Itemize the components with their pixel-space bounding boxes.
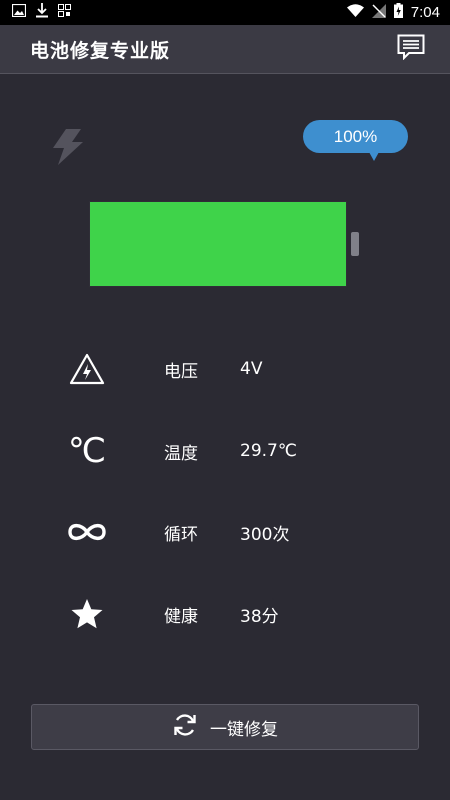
status-bar: 7:04 [0,0,450,25]
battery-level-text: 100% [333,126,378,146]
star-icon [63,594,111,634]
stat-row-cycles: 循环 300次 [0,512,450,552]
no-sim-icon [371,3,386,22]
app-bar: 电池修复专业版 [0,25,450,74]
image-icon [11,3,27,22]
app-title: 电池修复专业版 [30,39,171,62]
battery-graphic [89,201,347,287]
repair-button-label: 一键修复 [210,719,278,740]
chat-message-icon [397,34,425,64]
message-button[interactable] [396,34,426,64]
qr-icon [58,3,71,22]
stat-label: 健康 [164,606,198,627]
stat-value: 38分 [240,606,279,627]
stat-row-voltage: 电压 4V [0,349,450,389]
stat-value: 4V [240,359,263,379]
infinity-icon [63,512,111,552]
status-system-icons: 7:04 [346,3,450,22]
battery-terminal [351,232,359,256]
battery-fill [90,202,346,286]
lightning-bolt-icon [50,128,86,166]
wifi-icon [346,4,364,21]
stat-value: 300次 [240,524,290,545]
stat-label: 循环 [164,524,198,545]
celsius-icon: ℃ [67,431,107,471]
status-time: 7:04 [410,4,440,21]
battery-charging-icon [393,3,403,22]
stat-row-temperature: ℃ 温度 29.7℃ [0,431,450,471]
stat-label: 温度 [164,443,198,464]
stat-row-health: 健康 38分 [0,594,450,634]
one-tap-repair-button[interactable]: 一键修复 [31,704,419,750]
download-icon [36,2,48,23]
stat-value: 29.7℃ [240,441,297,461]
voltage-warning-icon [63,349,111,389]
refresh-icon [172,712,198,743]
stat-label: 电压 [164,361,198,382]
status-notification-icons [0,2,71,23]
battery-level-bubble: 100% [303,120,408,161]
